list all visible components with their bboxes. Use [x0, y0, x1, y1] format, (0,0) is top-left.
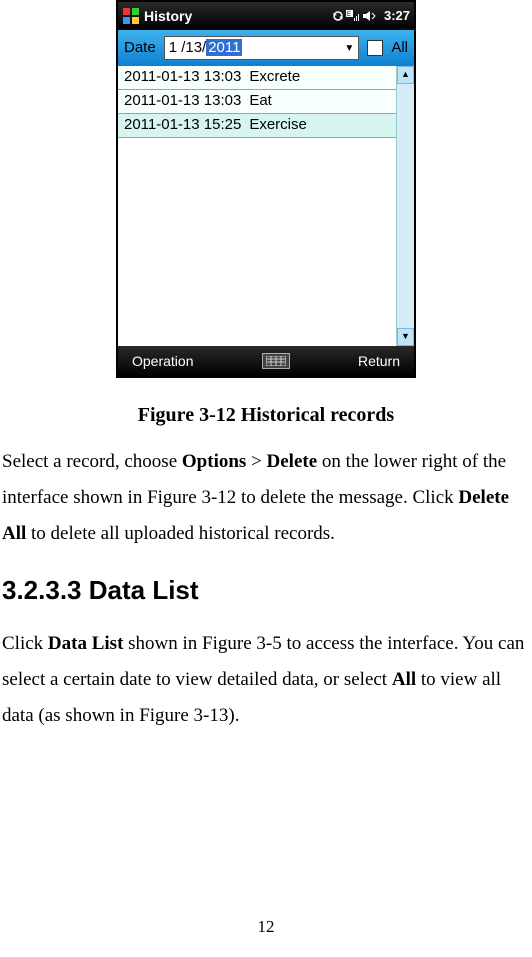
body-text: Select a record, choose Options > Delete… [0, 434, 532, 734]
date-dropdown[interactable]: 1 /13/2011 ▼ [164, 36, 360, 60]
windows-logo-icon [122, 7, 140, 25]
all-label: All [391, 34, 408, 63]
device-bottombar: Operation Return [118, 346, 414, 376]
device-screenshot: History E 3:27 Date 1 /13/2011 ▼ [116, 0, 416, 378]
row-action: Exercise [249, 111, 307, 140]
status-icons: E [332, 10, 376, 22]
all-checkbox[interactable] [367, 40, 383, 56]
date-label: Date [124, 34, 156, 63]
paragraph-2: Click Data List shown in Figure 3-5 to a… [2, 626, 530, 734]
date-value: 1 /13/2011 [169, 34, 243, 63]
keyboard-icon[interactable] [262, 353, 290, 369]
scrollbar[interactable]: ▲ ▼ [396, 66, 414, 346]
figure-caption: Figure 3-12 Historical records [0, 396, 532, 434]
chevron-down-icon: ▼ [344, 39, 354, 58]
paragraph-1: Select a record, choose Options > Delete… [2, 444, 530, 552]
history-list: 2011-01-13 13:03 Excrete 2011-01-13 13:0… [118, 66, 414, 346]
device-titlebar: History E 3:27 [118, 2, 414, 30]
clock: 3:27 [384, 4, 410, 29]
list-item[interactable]: 2011-01-13 15:25 Exercise [118, 114, 396, 138]
sync-icon [332, 10, 344, 22]
speaker-icon [362, 10, 376, 22]
softkey-right[interactable]: Return [358, 348, 400, 375]
page-number: 12 [0, 911, 532, 943]
svg-text:E: E [347, 12, 351, 18]
scroll-down-icon[interactable]: ▼ [397, 328, 414, 346]
section-heading: 3.2.3.3 Data List [2, 566, 530, 615]
title-text: History [144, 3, 192, 30]
row-timestamp: 2011-01-13 15:25 [124, 111, 241, 140]
date-filter-bar: Date 1 /13/2011 ▼ All [118, 30, 414, 66]
scroll-up-icon[interactable]: ▲ [397, 66, 414, 84]
softkey-left[interactable]: Operation [132, 348, 193, 375]
signal-e-icon: E [346, 10, 360, 22]
